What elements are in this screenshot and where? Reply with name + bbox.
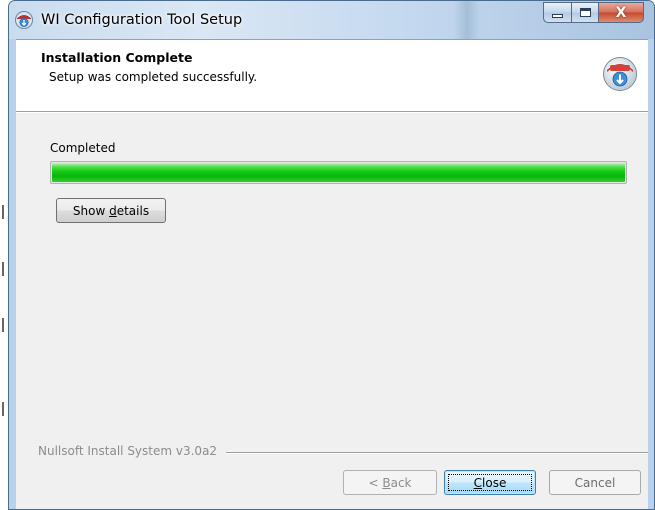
title-bar[interactable]: WI Configuration Tool Setup X [9,1,654,39]
setup-window: WI Configuration Tool Setup X Installati… [8,0,655,510]
dialog-body: Installation Complete Setup was complete… [16,39,648,509]
titlebar-reflection [454,1,480,39]
maximize-button[interactable] [571,2,598,23]
caption-buttons: X [543,2,644,23]
show-details-button[interactable]: Show details [56,198,166,223]
close-window-button[interactable]: X [598,2,644,23]
header-panel: Installation Complete Setup was complete… [16,40,648,112]
page-title: Installation Complete [41,50,193,65]
back-button[interactable]: < Back [343,470,437,495]
maximize-icon [579,8,591,17]
progress-status: Completed [50,141,116,155]
cancel-label: Cancel [574,475,616,490]
close-button[interactable]: Close [444,470,536,495]
back-label: < Back [368,475,412,490]
progress-fill [52,163,625,182]
minimize-icon [552,14,563,18]
close-icon: X [615,4,627,21]
nsis-installer-icon [603,57,637,91]
installer-icon [15,11,33,29]
branding-text: Nullsoft Install System v3.0a2 [38,444,218,458]
background-desktop-edge [0,0,8,510]
window-title: WI Configuration Tool Setup [41,12,243,28]
branding-divider [226,452,648,454]
header-divider [16,112,648,113]
cancel-button[interactable]: Cancel [549,470,641,495]
show-details-label: Show details [72,203,150,218]
page-subtitle: Setup was completed successfully. [49,70,258,84]
focus-ring [448,474,532,491]
progress-bar [50,161,627,184]
minimize-button[interactable] [543,2,571,23]
